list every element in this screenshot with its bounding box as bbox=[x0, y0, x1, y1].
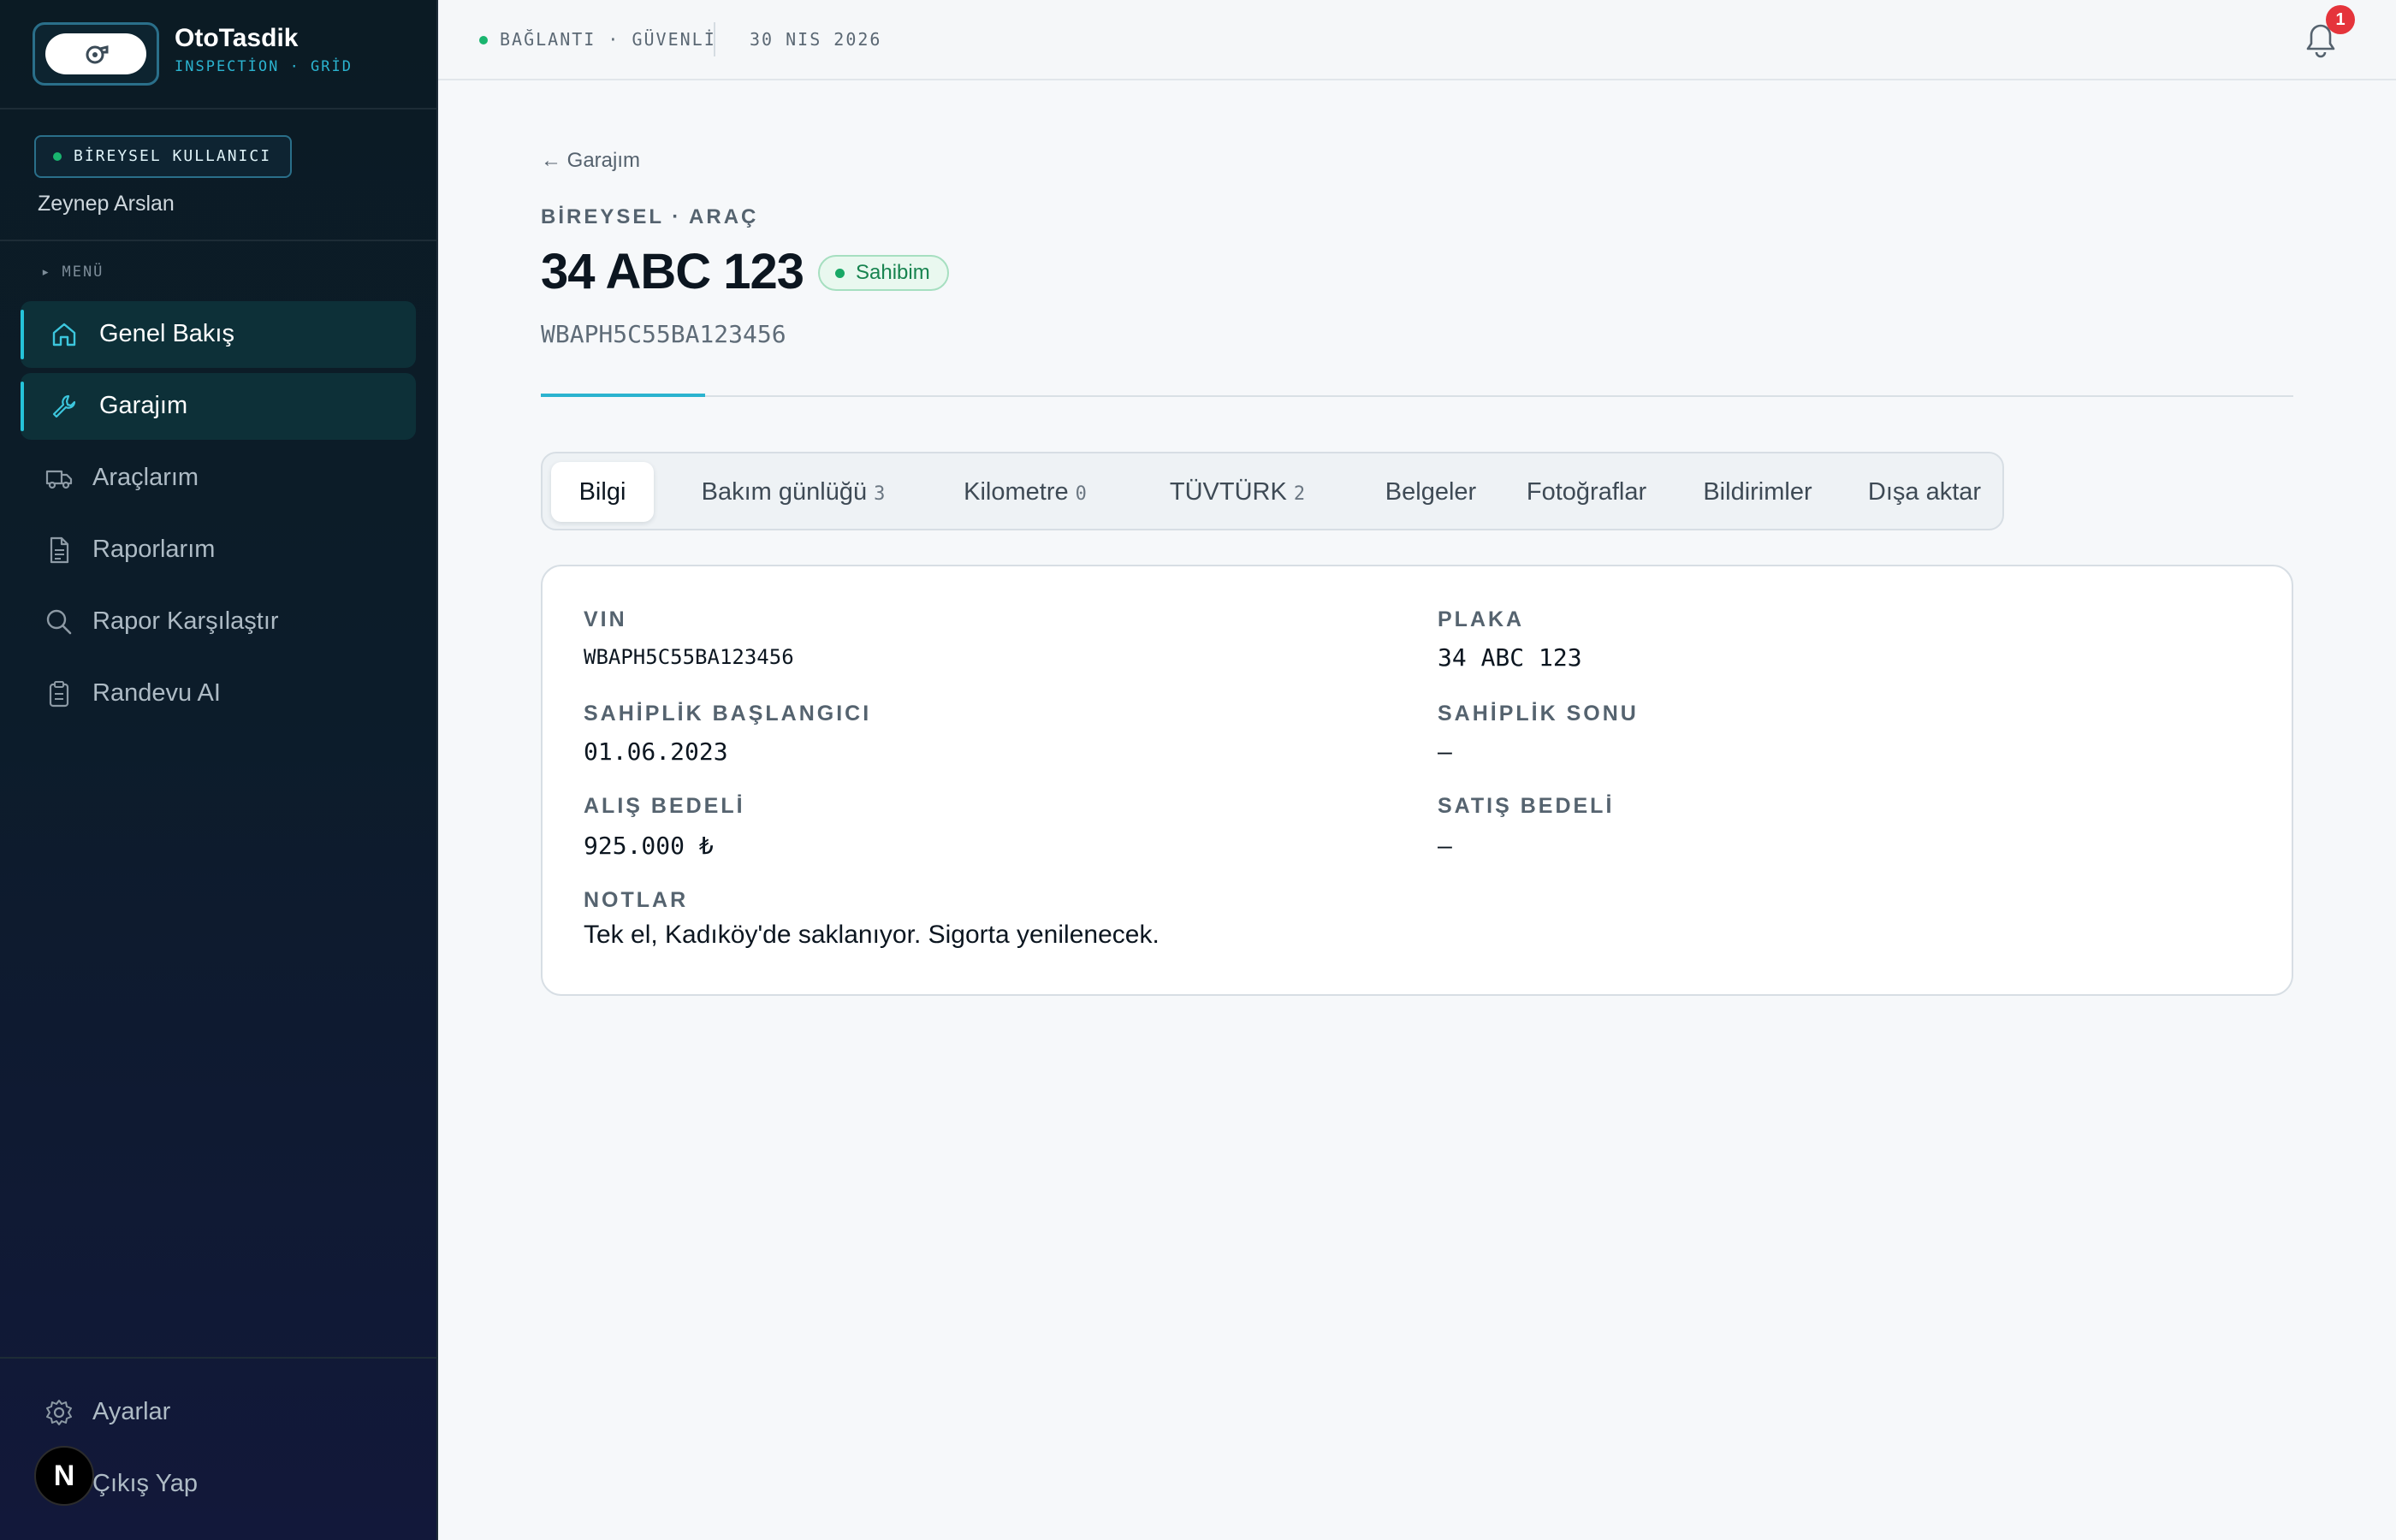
n-badge-button[interactable]: N bbox=[34, 1446, 94, 1506]
ownership-end-value: — bbox=[1438, 737, 1452, 766]
tab-kilometre[interactable]: Kilometre 0 bbox=[929, 462, 1121, 522]
tab-count: 2 bbox=[1293, 483, 1306, 505]
vehicle-eyebrow: BİREYSEL · ARAÇ bbox=[541, 205, 759, 228]
wrench-icon bbox=[52, 394, 76, 418]
connection-status-dot bbox=[479, 36, 488, 44]
user-block: BİREYSEL KULLANICI Zeynep Arslan bbox=[0, 110, 438, 241]
sidebar-item-araclarim[interactable]: Araçlarım bbox=[21, 445, 416, 512]
user-name: Zeynep Arslan bbox=[38, 192, 175, 216]
vehicle-info-card: VIN WBAPH5C55BA123456 PLAKA 34 ABC 123 S… bbox=[541, 565, 2293, 996]
tab-fotograflar[interactable]: Fotoğraflar bbox=[1484, 462, 1689, 522]
brand-header: OtoTasdik INSPECTİON · GRİD bbox=[0, 0, 438, 110]
plate-label: PLAKA bbox=[1438, 607, 1525, 631]
tab-count: 0 bbox=[1075, 483, 1087, 505]
status-dot bbox=[835, 269, 845, 278]
notes-label: NOTLAR bbox=[584, 888, 689, 912]
sidebar: OtoTasdik INSPECTİON · GRİD BİREYSEL KUL… bbox=[0, 0, 438, 1540]
sidebar-item-randevu-ai[interactable]: Randevu AI bbox=[21, 660, 416, 727]
truck-icon bbox=[45, 470, 73, 489]
brand-subtitle: INSPECTİON · GRİD bbox=[175, 58, 353, 75]
tab-bakim-gunlugu[interactable]: Bakım günlüğü 3 bbox=[669, 462, 917, 522]
owner-status-badge: Sahibim bbox=[818, 255, 949, 291]
sidebar-item-label: Raporlarım bbox=[92, 536, 216, 563]
document-icon bbox=[50, 536, 69, 564]
sidebar-item-label: Genel Bakış bbox=[99, 320, 234, 347]
sidebar-item-label: Çıkış Yap bbox=[92, 1470, 199, 1497]
tab-bar: Bilgi Bakım günlüğü 3 Kilometre 0 TÜVTÜRK 2… bbox=[541, 452, 2004, 530]
current-date: 30 NIS 2026 bbox=[750, 29, 882, 50]
sidebar-item-genel-bakis[interactable]: Genel Bakış bbox=[21, 301, 416, 368]
notification-count-badge: 1 bbox=[2326, 5, 2355, 34]
ownership-end-label: SAHİPLİK SONU bbox=[1438, 702, 1639, 726]
sale-price-label: SATIŞ BEDELİ bbox=[1438, 794, 1615, 818]
vin-value: WBAPH5C55BA123456 bbox=[584, 645, 794, 669]
sidebar-item-rapor-karsilastir[interactable]: Rapor Karşılaştır bbox=[21, 589, 416, 655]
sidebar-item-label: Garajım bbox=[99, 392, 188, 419]
tab-bilgi[interactable]: Bilgi bbox=[551, 462, 654, 522]
tab-disa-aktar[interactable]: Dışa aktar bbox=[1852, 462, 1997, 522]
sidebar-item-label: Ayarlar bbox=[92, 1398, 171, 1425]
user-type-badge: BİREYSEL KULLANICI bbox=[34, 135, 293, 178]
divider-accent bbox=[541, 394, 705, 397]
notes-value: Tek el, Kadıköy'de saklanıyor. Sigorta y… bbox=[584, 921, 1159, 949]
plate-value: 34 ABC 123 bbox=[1438, 643, 1582, 672]
connection-status: BAĞLANTI · GÜVENLİ bbox=[500, 29, 716, 50]
divider bbox=[541, 395, 2293, 397]
sidebar-item-label: Araçlarım bbox=[92, 464, 199, 491]
ownership-start-value: 01.06.2023 bbox=[584, 737, 728, 766]
search-icon bbox=[46, 609, 72, 635]
sidebar-item-label: Randevu AI bbox=[92, 679, 221, 707]
brand-name: OtoTasdik bbox=[175, 24, 299, 52]
back-link[interactable]: ← Garajım bbox=[541, 149, 640, 173]
top-bar: BAĞLANTI · GÜVENLİ 30 NIS 2026 1 bbox=[438, 0, 2396, 80]
sidebar-item-ayarlar[interactable]: Ayarlar bbox=[21, 1379, 416, 1446]
turbo-logo-icon bbox=[86, 45, 109, 64]
vehicle-vin: WBAPH5C55BA123456 bbox=[541, 320, 786, 348]
sale-price-value: — bbox=[1438, 832, 1452, 860]
ownership-start-label: SAHİPLİK BAŞLANGICI bbox=[584, 702, 872, 726]
gear-icon bbox=[46, 1400, 72, 1425]
purchase-price-label: ALIŞ BEDELİ bbox=[584, 794, 745, 818]
sidebar-item-label: Rapor Karşılaştır bbox=[92, 607, 279, 635]
page-title: 34 ABC 123 bbox=[541, 244, 804, 299]
clipboard-icon bbox=[49, 681, 69, 708]
tab-count: 3 bbox=[874, 483, 886, 505]
divider bbox=[714, 22, 715, 56]
vin-label: VIN bbox=[584, 607, 627, 631]
sidebar-item-garajim[interactable]: Garajım bbox=[21, 373, 416, 440]
brand-logo[interactable] bbox=[33, 22, 159, 86]
menu-label: ▸ MENÜ bbox=[41, 264, 104, 281]
tab-bildirimler[interactable]: Bildirimler bbox=[1664, 462, 1852, 522]
sidebar-item-raporlarim[interactable]: Raporlarım bbox=[21, 517, 416, 583]
home-icon bbox=[52, 323, 76, 346]
tab-tuvturk[interactable]: TÜVTÜRK 2 bbox=[1135, 462, 1340, 522]
purchase-price-value: 925.000 ₺ bbox=[584, 832, 714, 860]
status-dot bbox=[53, 152, 62, 161]
